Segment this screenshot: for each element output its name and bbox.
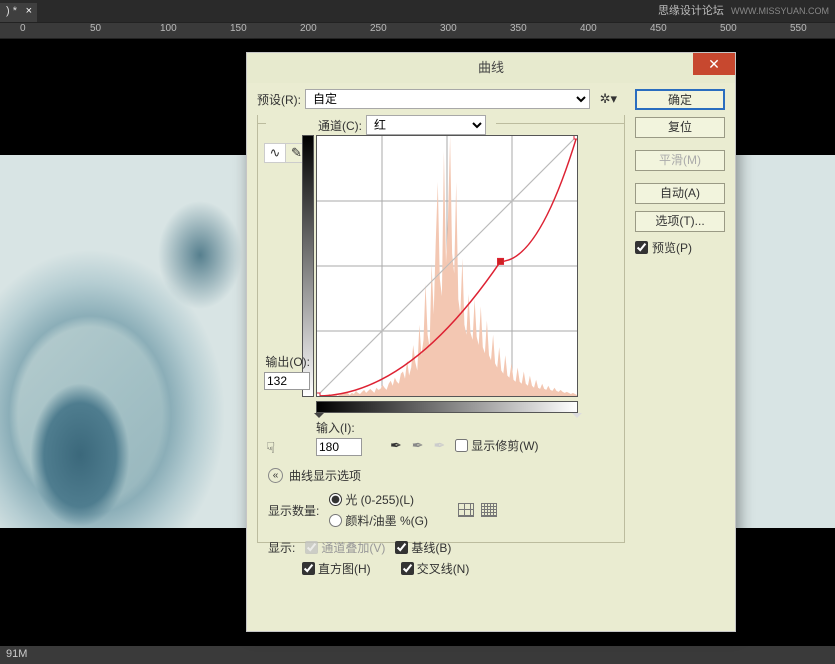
close-icon[interactable]: × (26, 5, 32, 17)
ok-button[interactable]: 确定 (635, 89, 725, 110)
channel-overlay-checkbox (305, 541, 318, 554)
document-tab[interactable]: ) *× (0, 3, 37, 22)
options-button[interactable]: 选项(T)... (635, 211, 725, 232)
gray-eyedropper-icon[interactable]: ✒ (412, 437, 424, 454)
pigment-radio[interactable] (329, 514, 342, 527)
reset-button[interactable]: 复位 (635, 117, 725, 138)
black-eyedropper-icon[interactable]: ✒ (390, 437, 402, 454)
white-slider[interactable] (572, 413, 582, 423)
input-value[interactable] (316, 438, 362, 456)
show-amount-label: 显示数量: (268, 502, 319, 519)
preview-checkbox[interactable] (635, 241, 648, 254)
curve-editor[interactable] (316, 135, 578, 397)
white-eyedropper-icon[interactable]: ✒ (433, 437, 445, 454)
input-label: 输入(I): (316, 419, 386, 436)
histogram-label: 直方图(H) (318, 560, 371, 577)
baseline-label: 基线(B) (411, 539, 451, 556)
close-button[interactable]: ✕ (693, 53, 735, 75)
preview-label: 预览(P) (652, 239, 692, 256)
intersection-checkbox[interactable] (401, 562, 414, 575)
show-clipping-label: 显示修剪(W) (471, 437, 538, 454)
display-options-label: 曲线显示选项 (289, 467, 361, 484)
status-bar: 91M (0, 646, 835, 664)
baseline-checkbox[interactable] (395, 541, 408, 554)
curves-dialog: 曲线 ✕ 预设(R): 自定 ✲▾ 确定 复位 平滑(M) 自动(A) 选项(T… (246, 52, 736, 632)
gear-icon[interactable]: ✲▾ (600, 91, 617, 107)
dialog-title: 曲线 ✕ (247, 53, 735, 83)
preset-select[interactable]: 自定 (305, 89, 590, 109)
channel-select[interactable]: 红 (366, 115, 486, 135)
channel-label: 通道(C): (318, 117, 362, 134)
grid-small-icon[interactable] (481, 503, 497, 517)
hand-icon[interactable]: ☟ (266, 439, 275, 457)
collapse-icon[interactable]: « (268, 468, 283, 483)
show-label: 显示: (268, 539, 295, 556)
point-tool-icon[interactable]: ∿ (265, 144, 286, 162)
output-label: 输出(O): (258, 353, 310, 370)
intersection-label: 交叉线(N) (417, 560, 470, 577)
channel-overlay-label: 通道叠加(V) (321, 539, 385, 556)
smooth-button: 平滑(M) (635, 150, 725, 171)
pigment-label: 颜料/油墨 %(G) (345, 512, 428, 529)
show-clipping-checkbox[interactable] (455, 439, 468, 452)
watermark-text-1: 思缘设计论坛 (658, 5, 724, 17)
histogram-checkbox[interactable] (302, 562, 315, 575)
ruler-horizontal: 050100150200250300350400450500550 (0, 22, 835, 39)
light-label: 光 (0-255)(L) (345, 491, 414, 508)
light-radio[interactable] (329, 493, 342, 506)
output-value[interactable] (264, 372, 310, 390)
watermark-text-2: WWW.MISSYUAN.COM (731, 6, 829, 16)
input-gradient (316, 401, 578, 413)
auto-button[interactable]: 自动(A) (635, 183, 725, 204)
grid-large-icon[interactable] (458, 503, 474, 517)
preset-label: 预设(R): (257, 91, 301, 108)
